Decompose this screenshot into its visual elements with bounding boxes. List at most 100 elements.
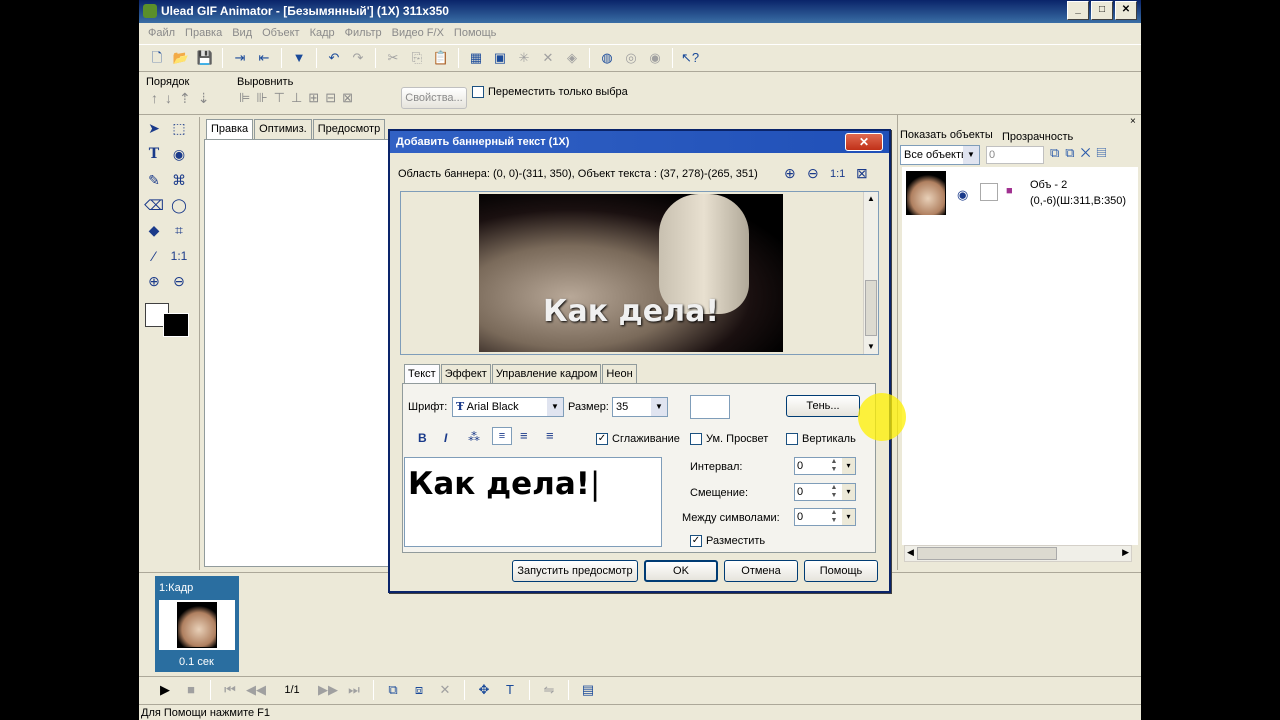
eyedropper-tool-icon[interactable]: ⁄ (143, 245, 165, 267)
foreground-color-swatch[interactable] (163, 313, 189, 337)
paste-icon[interactable]: 📋 (431, 48, 451, 68)
vertical-checkbox[interactable]: Вертикаль (786, 433, 856, 445)
smoothing-checkbox[interactable]: ✓ Сглаживание (596, 433, 680, 445)
preview-image[interactable]: Как дела! (479, 194, 783, 352)
lock-box[interactable] (980, 183, 998, 201)
minimize-button[interactable]: _ (1067, 1, 1089, 20)
copy-icon[interactable]: ⎘ (407, 48, 427, 68)
preview-scroll-thumb[interactable] (865, 280, 877, 336)
wizard-icon[interactable]: ◉ (645, 48, 665, 68)
bold-icon[interactable]: B (418, 431, 427, 445)
add-frame-icon[interactable]: ▦ (466, 48, 486, 68)
stop-icon[interactable]: ■ (181, 680, 201, 700)
last-frame-icon[interactable]: ⏭ (344, 680, 364, 700)
dialog-close-icon[interactable]: ✕ (845, 133, 883, 151)
text-banner-icon[interactable]: T (500, 680, 520, 700)
align-right-icon[interactable]: ≡ (546, 428, 554, 443)
first-frame-icon[interactable]: ⏮ (220, 680, 240, 700)
duplicate-frame-icon[interactable]: ⧈ (409, 680, 429, 700)
cancel-button[interactable]: Отмена (724, 560, 798, 582)
menu-file[interactable]: Файл (143, 27, 180, 39)
menu-object[interactable]: Объект (257, 27, 304, 39)
actual-size-tool-icon[interactable]: 1:1 (168, 245, 190, 267)
tab-text[interactable]: Текст (404, 364, 440, 384)
banner-text-input[interactable]: Как дела!| (404, 457, 662, 547)
text-color-swatch[interactable] (690, 395, 730, 419)
maximize-button[interactable]: □ (1091, 1, 1113, 20)
marquee-tool-icon[interactable]: ⬚ (168, 117, 190, 139)
move-only-box[interactable] (472, 86, 484, 98)
transform-tool-icon[interactable]: ◉ (168, 143, 190, 165)
menu-view[interactable]: Вид (227, 27, 257, 39)
zoom-in-icon[interactable]: ⊕ (784, 165, 796, 182)
add-text-icon[interactable]: ▣ (490, 48, 510, 68)
align-icons[interactable]: ⊫⊪⊤⊥⊞⊟⊠ (239, 90, 359, 106)
frame-properties-icon[interactable]: ▤ (578, 680, 598, 700)
zoom-in-tool-icon[interactable]: ⊕ (143, 270, 165, 292)
help-button[interactable]: Помощь (804, 560, 878, 582)
italic-icon[interactable]: I (444, 431, 447, 445)
ok-button[interactable]: OK (644, 560, 718, 582)
zoom-out-icon[interactable]: ⊖ (807, 165, 819, 182)
pick-tool-icon[interactable]: ➤ (143, 117, 165, 139)
undo-icon[interactable]: ↶ (324, 48, 344, 68)
fill-tool-icon[interactable]: ◆ (143, 219, 165, 241)
magic-wand-tool-icon[interactable]: ◯ (168, 194, 190, 216)
add-frame-bottom-icon[interactable]: ⧉ (383, 680, 403, 700)
menu-video-fx[interactable]: Видео F/X (387, 27, 449, 39)
menu-frame[interactable]: Кадр (305, 27, 340, 39)
fit-window-icon[interactable]: ⊠ (856, 165, 868, 182)
align-left-icon[interactable]: ≡ (492, 427, 512, 445)
run-preview-button[interactable]: Запустить предосмотр (512, 560, 638, 582)
horizontal-scrollbar[interactable]: ◀ ▶ (904, 545, 1132, 562)
transparency-spinner[interactable]: 0 (986, 146, 1044, 164)
move-only-checkbox[interactable]: Переместить только выбра (472, 86, 628, 98)
size-select[interactable]: 35 ▼ (612, 397, 668, 417)
color-icon[interactable]: ▼ (289, 48, 309, 68)
eraser-tool-icon[interactable]: ⌫ (143, 194, 165, 216)
shadow-button[interactable]: Тень... (786, 395, 860, 417)
object-row[interactable]: ◉ ■ Объ - 2 (0,-6)(Ш:311,В:350) (902, 167, 1138, 221)
font-select[interactable]: Ŧ Arial Black ▼ (452, 397, 564, 417)
actual-size-label[interactable]: 1:1 (830, 168, 845, 180)
offset-spinner[interactable]: 0 ▲ ▼ ▾ (794, 483, 856, 501)
crop-tool-icon[interactable]: ⌗ (168, 219, 190, 241)
tab-frame-control[interactable]: Управление кадром (491, 364, 602, 384)
menu-edit[interactable]: Правка (180, 27, 227, 39)
redo-icon[interactable]: ↷ (348, 48, 368, 68)
tab-edit[interactable]: Правка (206, 119, 254, 139)
tween-frame-icon[interactable]: ✥ (474, 680, 494, 700)
export-icon[interactable]: ⇤ (254, 48, 274, 68)
open-file-icon[interactable]: 📂 (171, 48, 191, 68)
object-tool-icons[interactable]: ⧉⧉✕▤ (1050, 145, 1112, 161)
next-frame-icon[interactable]: ▶▶ (318, 680, 338, 700)
panel-close-icon[interactable]: × (1130, 116, 1136, 127)
menu-filter[interactable]: Фильтр (340, 27, 387, 39)
preview-vertical-scrollbar[interactable]: ▲ ▼ (863, 192, 878, 354)
close-button[interactable]: ✕ (1115, 1, 1137, 20)
objects-filter-select[interactable]: Все объекты ▼ (900, 145, 980, 165)
place-checkbox[interactable]: ✓ Разместить (690, 535, 765, 547)
interval-spinner[interactable]: 0 ▲ ▼ ▾ (794, 457, 856, 475)
frame-1[interactable]: 1:Кадр 0.1 сек (155, 576, 239, 672)
play-icon[interactable]: ▶ (155, 680, 175, 700)
tween-icon[interactable]: ◈ (562, 48, 582, 68)
help-pointer-icon[interactable]: ↖? (680, 48, 700, 68)
optimize-icon[interactable]: ◎ (621, 48, 641, 68)
tab-preview[interactable]: Предосмотр (312, 119, 386, 139)
text-tool-icon[interactable]: T (143, 143, 165, 165)
import-icon[interactable]: ⇥ (230, 48, 250, 68)
effect-icon[interactable]: ✳ (514, 48, 534, 68)
browser-preview-icon[interactable]: ◍ (597, 48, 617, 68)
order-arrows-icon[interactable]: ↑↓⇡⇣ (151, 90, 216, 107)
outline-icon[interactable]: ⁂ (468, 430, 480, 444)
tab-neon[interactable]: Неон (602, 364, 637, 384)
tab-optimize[interactable]: Оптимиз. (254, 119, 312, 139)
menu-help[interactable]: Помощь (449, 27, 502, 39)
cut-icon[interactable]: ✂ (383, 48, 403, 68)
prev-frame-icon[interactable]: ◀◀ (246, 680, 266, 700)
smart-checkbox[interactable]: Ум. Просвет (690, 433, 768, 445)
scroll-thumb[interactable] (917, 547, 1057, 560)
save-icon[interactable]: 💾 (195, 48, 215, 68)
properties-button[interactable]: Свойства... (401, 87, 467, 109)
